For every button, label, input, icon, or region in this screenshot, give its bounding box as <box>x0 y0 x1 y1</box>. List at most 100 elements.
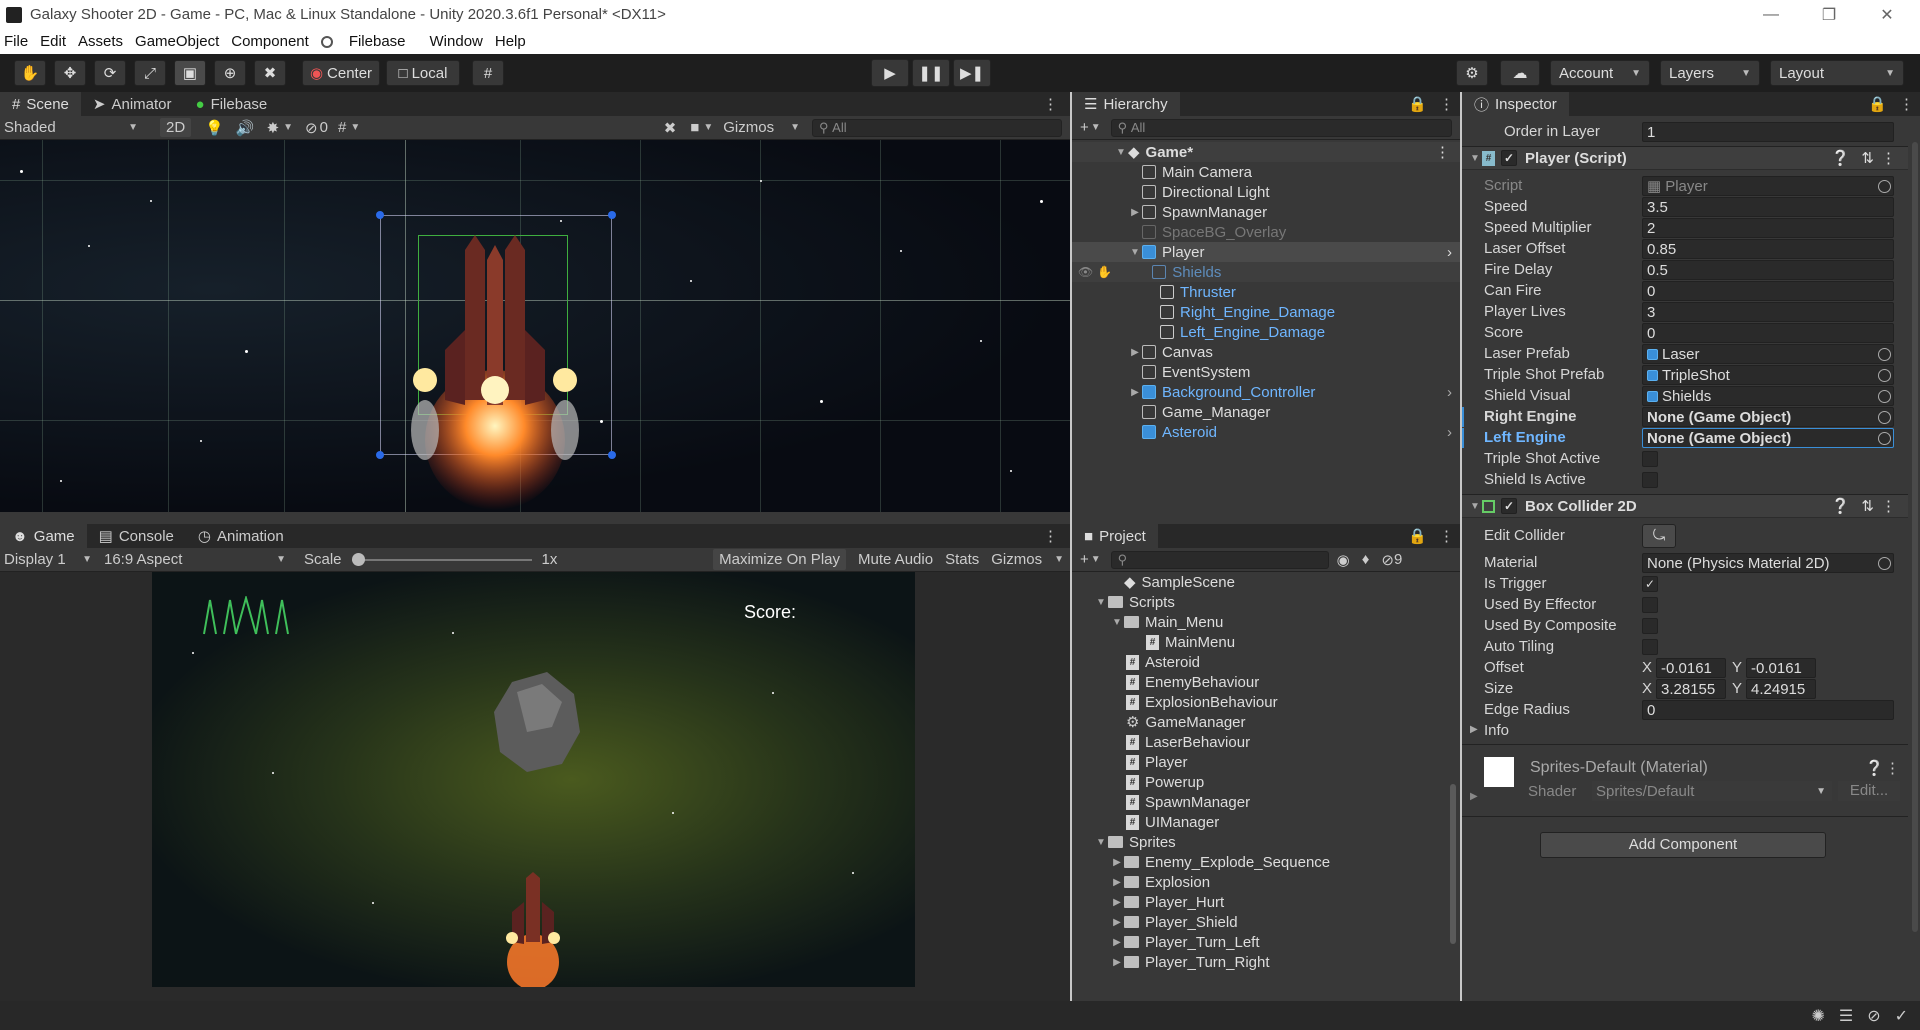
menu-filebase[interactable]: Filebase <box>320 33 418 50</box>
shading-mode-dropdown[interactable]: Shaded ▼ <box>0 119 146 136</box>
snap-grid-icon[interactable]: # <box>472 60 504 86</box>
dropdown-arrow-icon[interactable]: ▼ <box>1091 122 1101 133</box>
offset-x-input[interactable]: -0.0161 <box>1656 658 1726 678</box>
game-viewport[interactable]: Score: <box>152 572 915 987</box>
add-component-button[interactable]: Add Component <box>1540 832 1826 858</box>
chevron-right-icon[interactable]: › <box>1447 384 1452 401</box>
panel-menu-icon[interactable]: ⋮ <box>1893 92 1920 116</box>
menu-component[interactable]: Component <box>231 33 309 50</box>
auto-tiling-checkbox[interactable] <box>1642 639 1658 655</box>
triple-shot-prefab-field[interactable]: TripleShot <box>1642 365 1894 385</box>
player-script-header[interactable]: ▼ # ✓ Player (Script) ❔ ⇅ ⋮ <box>1462 146 1908 170</box>
panel-menu-icon[interactable]: ⋮ <box>1433 524 1460 548</box>
close-icon[interactable]: ✕ <box>1858 0 1916 29</box>
panel-menu-icon[interactable]: ⋮ <box>1031 92 1070 116</box>
tab-game[interactable]: ☻ Game <box>0 524 87 548</box>
list-item[interactable]: # ExplosionBehaviour <box>1072 692 1446 712</box>
scene-search-input[interactable]: ⚲ All <box>812 118 1062 137</box>
preset-icon[interactable]: ⇅ <box>1861 497 1874 515</box>
visibility-icon[interactable]: 👁 <box>1078 265 1093 279</box>
project-scrollbar[interactable] <box>1450 784 1456 944</box>
object-picker-icon[interactable] <box>1878 180 1891 193</box>
dropdown-arrow-icon[interactable]: ▼ <box>283 122 293 133</box>
edit-collider-button[interactable]: ⤿ <box>1642 524 1676 548</box>
handle[interactable] <box>608 451 616 459</box>
audio-icon[interactable]: 🔊 <box>236 119 255 137</box>
list-item[interactable]: ▼ Scripts <box>1072 592 1446 612</box>
preset-icon[interactable]: ⇅ <box>1861 149 1874 167</box>
chevron-right-icon[interactable]: › <box>1447 424 1452 441</box>
box-collider-header[interactable]: ▼ ✓ Box Collider 2D ❔ ⇅ ⋮ <box>1462 494 1908 518</box>
aspect-dropdown[interactable]: 16:9 Aspect ▼ <box>96 551 292 568</box>
tree-item[interactable]: ▶ Canvas <box>1072 342 1460 362</box>
tab-project[interactable]: ■ Project <box>1072 524 1158 548</box>
tree-item[interactable]: ▶ Background_Controller › <box>1072 382 1460 402</box>
2d-toggle-button[interactable]: 2D <box>160 118 192 137</box>
custom-tool-icon[interactable]: ✖ <box>254 60 286 86</box>
tree-item[interactable]: Thruster <box>1072 282 1460 302</box>
object-picker-icon[interactable] <box>1878 348 1891 361</box>
list-item[interactable]: # MainMenu <box>1072 632 1446 652</box>
list-item[interactable]: # UIManager <box>1072 812 1446 832</box>
tree-item-scene[interactable]: ▼ ◆ Game* ⋮ <box>1072 142 1460 162</box>
shield-is-active-checkbox[interactable] <box>1642 472 1658 488</box>
cloud-icon[interactable]: ☁ <box>1500 60 1540 86</box>
stats-toggle[interactable]: Stats <box>939 549 985 570</box>
inspector-scrollbar[interactable] <box>1912 142 1918 932</box>
list-item[interactable]: ▼ Sprites <box>1072 832 1446 852</box>
chevron-right-icon[interactable]: › <box>1447 244 1452 261</box>
hidden-packages-icon[interactable]: ⊘ <box>1381 551 1394 569</box>
component-menu-icon[interactable]: ⋮ <box>1881 149 1896 167</box>
panel-menu-icon[interactable]: ⋮ <box>1031 524 1070 548</box>
tree-item[interactable]: 👁 ✋ Shields <box>1072 262 1460 282</box>
dropdown-arrow-icon[interactable]: ▼ <box>1091 554 1101 565</box>
mute-audio-toggle[interactable]: Mute Audio <box>852 549 939 570</box>
tree-item[interactable]: SpaceBG_Overlay <box>1072 222 1460 242</box>
create-plus-icon[interactable]: + <box>1080 119 1089 136</box>
panel-menu-icon[interactable]: ⋮ <box>1433 92 1460 116</box>
fold-arrow-icon[interactable]: ▶ <box>1470 791 1478 802</box>
scene-viewport[interactable] <box>0 140 1070 512</box>
play-button[interactable]: ▶ <box>871 59 909 87</box>
lock-icon[interactable]: 🔒 <box>1862 92 1893 116</box>
shield-visual-field[interactable]: Shields <box>1642 386 1894 406</box>
menu-gameobject[interactable]: GameObject <box>135 33 219 50</box>
object-picker-icon[interactable] <box>1878 411 1891 424</box>
pause-button[interactable]: ❚❚ <box>912 59 950 87</box>
can-fire-input[interactable]: 0 <box>1642 281 1894 301</box>
speed-multiplier-input[interactable]: 2 <box>1642 218 1894 238</box>
tree-item[interactable]: Right_Engine_Damage <box>1072 302 1460 322</box>
help-icon[interactable]: ❔ <box>1831 497 1850 515</box>
scale-slider[interactable] <box>351 552 532 568</box>
laser-prefab-field[interactable]: Laser <box>1642 344 1894 364</box>
tree-item[interactable]: Directional Light <box>1072 182 1460 202</box>
shader-edit-button[interactable]: Edit... <box>1838 781 1900 801</box>
tree-item[interactable]: Asteroid › <box>1072 422 1460 442</box>
tab-scene[interactable]: # Scene <box>0 92 81 116</box>
menu-help[interactable]: Help <box>495 33 526 50</box>
effects-icon[interactable]: ✸ <box>267 119 280 137</box>
used-by-composite-checkbox[interactable] <box>1642 618 1658 634</box>
pivot-local-button[interactable]: □ Local <box>386 60 460 86</box>
menu-window[interactable]: Window <box>430 33 483 50</box>
object-picker-icon[interactable] <box>1878 369 1891 382</box>
list-item[interactable]: ⚙ GameManager <box>1072 712 1446 732</box>
restore-icon[interactable]: ❐ <box>1800 0 1858 29</box>
tab-animator[interactable]: ➤ Animator <box>81 92 184 116</box>
order-in-layer-input[interactable]: 1 <box>1642 122 1894 142</box>
list-item[interactable]: ◆ SampleScene <box>1072 572 1446 592</box>
shader-dropdown[interactable]: Sprites/Default ▼ <box>1592 781 1832 801</box>
script-object-field[interactable]: ▦ Player <box>1642 176 1894 196</box>
left-engine-field[interactable]: None (Game Object) <box>1642 428 1894 448</box>
layers-dropdown[interactable]: Layers ▼ <box>1660 60 1760 86</box>
display-dropdown[interactable]: Display 1 ▼ <box>0 551 96 568</box>
help-icon[interactable]: ❔ <box>1831 149 1850 167</box>
create-plus-icon[interactable]: + <box>1080 551 1089 568</box>
handle[interactable] <box>376 451 384 459</box>
handle[interactable] <box>376 211 384 219</box>
right-engine-field[interactable]: None (Game Object) <box>1642 407 1894 427</box>
score-input[interactable]: 0 <box>1642 323 1894 343</box>
size-x-input[interactable]: 3.28155 <box>1656 679 1726 699</box>
is-trigger-checkbox[interactable]: ✓ <box>1642 576 1658 592</box>
list-item[interactable]: # SpawnManager <box>1072 792 1446 812</box>
